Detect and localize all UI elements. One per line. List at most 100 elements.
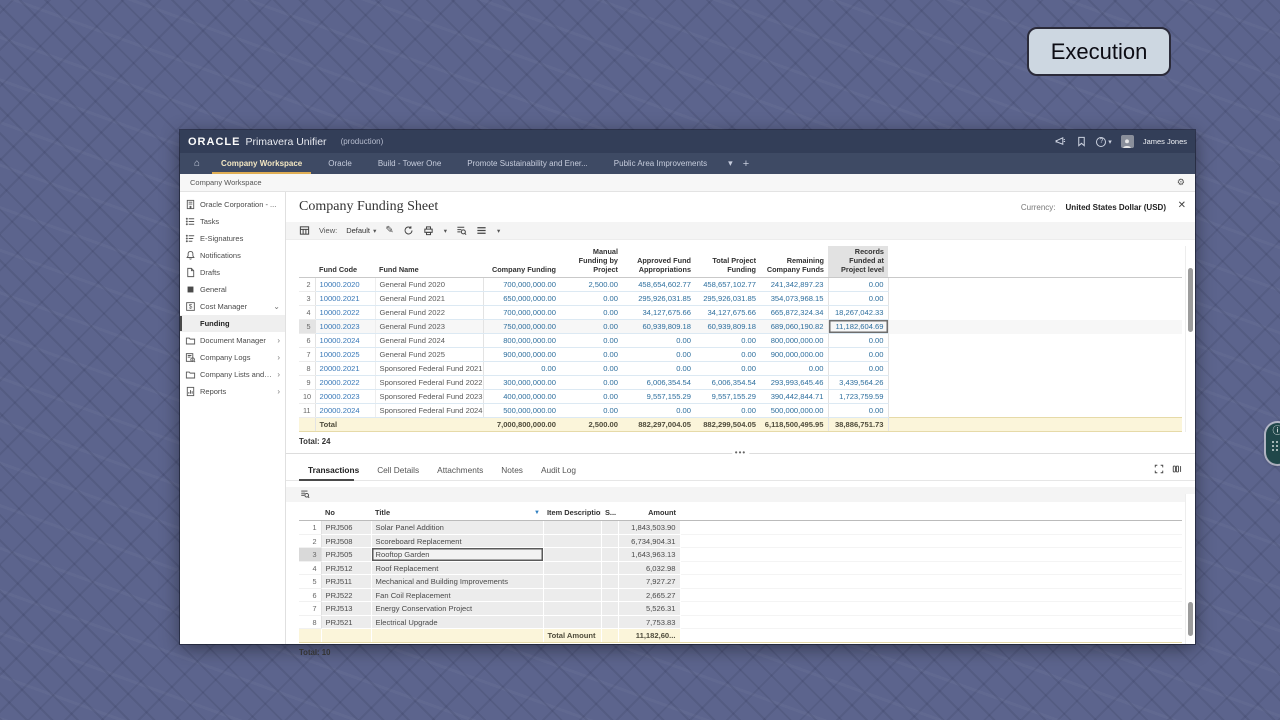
funding-cell-remaining[interactable]: 390,442,844.71 xyxy=(760,389,828,405)
nav-overflow-chevron-icon[interactable]: ▾ xyxy=(728,158,733,169)
row-number[interactable]: 10 xyxy=(299,389,316,405)
tab-attachments[interactable]: Attachments xyxy=(428,465,492,480)
fund-code-link[interactable]: 20000.2021 xyxy=(315,361,376,377)
transaction-cell-amount[interactable]: 6,734,904.31 xyxy=(618,534,681,549)
avatar[interactable] xyxy=(1120,135,1134,148)
nav-tab-oracle[interactable]: Oracle xyxy=(315,153,365,174)
funding-cell-records[interactable]: 0.00 xyxy=(827,291,889,307)
row-number[interactable]: 8 xyxy=(299,615,322,630)
funding-cell-total_project[interactable]: 60,939,809.18 xyxy=(695,319,760,335)
transaction-cell-s[interactable] xyxy=(601,534,619,549)
funding-scrollbar-thumb[interactable] xyxy=(1188,268,1193,332)
row-number[interactable]: 6 xyxy=(299,588,322,603)
column-header-item-description[interactable]: Item Description xyxy=(543,505,605,522)
fund-code-link[interactable]: 10000.2022 xyxy=(315,305,376,321)
transaction-cell-item[interactable] xyxy=(543,547,602,562)
funding-cell-records[interactable]: 0.00 xyxy=(827,403,889,419)
print-icon[interactable] xyxy=(423,225,434,236)
transaction-cell-no[interactable]: PRJ521 xyxy=(321,615,372,630)
funding-cell-manual[interactable]: 0.00 xyxy=(560,389,622,405)
sidebar-item-drafts[interactable]: Drafts xyxy=(180,264,285,281)
funding-cell-total_project[interactable]: 34,127,675.66 xyxy=(695,305,760,321)
column-header-s[interactable]: S... xyxy=(601,505,618,522)
fund-code-link[interactable]: 20000.2023 xyxy=(315,389,376,405)
funding-cell-manual[interactable]: 0.00 xyxy=(560,291,622,307)
sidebar-item-company-lists-and-pi[interactable]: Company Lists and Pi... › xyxy=(180,366,285,383)
assistant-widget[interactable]: ⓘ xyxy=(1266,423,1280,464)
fund-name-cell[interactable]: General Fund 2022 xyxy=(375,305,484,321)
search-table-icon[interactable] xyxy=(300,489,310,501)
fund-code-link[interactable]: 10000.2021 xyxy=(315,291,376,307)
fund-code-link[interactable]: 20000.2024 xyxy=(315,403,376,419)
funding-cell-company[interactable]: 0.00 xyxy=(483,361,560,377)
funding-cell-approved[interactable]: 0.00 xyxy=(622,361,695,377)
fund-name-cell[interactable]: Sponsored Federal Fund 2021 xyxy=(375,361,484,377)
funding-cell-records[interactable]: 1,723,759.59 xyxy=(827,389,889,405)
row-number[interactable]: 7 xyxy=(299,601,322,616)
sidebar-item-company-logs[interactable]: Company Logs › xyxy=(180,349,285,366)
row-number[interactable]: 2 xyxy=(299,534,322,549)
transaction-cell-s[interactable] xyxy=(601,520,619,535)
menu-icon[interactable] xyxy=(476,225,487,236)
column-header-company-funding[interactable]: Company Funding xyxy=(483,246,560,279)
fund-name-cell[interactable]: General Fund 2021 xyxy=(375,291,484,307)
transaction-cell-amount[interactable]: 7,927.27 xyxy=(618,574,681,589)
sidebar-item-tasks[interactable]: Tasks xyxy=(180,213,285,230)
funding-cell-company[interactable]: 300,000,000.00 xyxy=(483,375,560,391)
funding-cell-company[interactable]: 650,000,000.00 xyxy=(483,291,560,307)
funding-cell-total_project[interactable]: 458,657,102.77 xyxy=(695,277,760,293)
bookmark-icon[interactable] xyxy=(1075,136,1087,148)
funding-cell-manual[interactable]: 0.00 xyxy=(560,305,622,321)
transaction-cell-no[interactable]: PRJ511 xyxy=(321,574,372,589)
funding-cell-total_project[interactable]: 9,557,155.29 xyxy=(695,389,760,405)
transaction-cell-amount[interactable]: 7,753.83 xyxy=(618,615,681,630)
transaction-cell-no[interactable]: PRJ522 xyxy=(321,588,372,603)
fund-code-link[interactable]: 10000.2025 xyxy=(315,347,376,363)
funding-cell-approved[interactable]: 0.00 xyxy=(622,403,695,419)
transaction-cell-no[interactable]: PRJ505 xyxy=(321,547,372,562)
funding-cell-remaining[interactable]: 354,073,968.15 xyxy=(760,291,828,307)
panel-layout-icon[interactable] xyxy=(1172,464,1182,476)
transaction-cell-no[interactable]: PRJ506 xyxy=(321,520,372,535)
funding-cell-remaining[interactable]: 800,000,000.00 xyxy=(760,333,828,349)
transaction-cell-s[interactable] xyxy=(601,588,619,603)
column-header-fund-name[interactable]: Fund Name xyxy=(375,246,483,279)
transaction-cell-item[interactable] xyxy=(543,520,602,535)
transaction-cell-title[interactable]: Solar Panel Addition xyxy=(371,520,544,535)
transaction-cell-no[interactable]: PRJ508 xyxy=(321,534,372,549)
sidebar-item-reports[interactable]: Reports › xyxy=(180,383,285,400)
row-number[interactable]: 3 xyxy=(299,547,322,562)
breadcrumb[interactable]: Company Workspace xyxy=(190,178,262,187)
fund-name-cell[interactable]: General Fund 2025 xyxy=(375,347,484,363)
fund-code-link[interactable]: 20000.2022 xyxy=(315,375,376,391)
tab-audit-log[interactable]: Audit Log xyxy=(532,465,585,480)
row-number[interactable]: 1 xyxy=(299,520,322,535)
funding-cell-company[interactable]: 750,000,000.00 xyxy=(483,319,560,335)
transaction-cell-amount[interactable]: 6,032.98 xyxy=(618,561,681,576)
funding-cell-total_project[interactable]: 6,006,354.54 xyxy=(695,375,760,391)
funding-cell-company[interactable]: 900,000,000.00 xyxy=(483,347,560,363)
funding-cell-approved[interactable]: 34,127,675.66 xyxy=(622,305,695,321)
help-menu[interactable]: ? ▾ xyxy=(1096,136,1112,147)
fund-code-link[interactable]: 10000.2020 xyxy=(315,277,376,293)
funding-cell-total_project[interactable]: 295,926,031.85 xyxy=(695,291,760,307)
funding-cell-total_project[interactable]: 0.00 xyxy=(695,333,760,349)
fund-code-link[interactable]: 10000.2023 xyxy=(315,319,376,335)
transaction-cell-amount[interactable]: 2,665.27 xyxy=(618,588,681,603)
transaction-cell-amount[interactable]: 1,643,963.13 xyxy=(618,547,681,562)
funding-cell-records[interactable]: 0.00 xyxy=(827,277,889,293)
refresh-icon[interactable] xyxy=(403,225,414,236)
sidebar-item-document-manager[interactable]: Document Manager › xyxy=(180,332,285,349)
column-header-records-funded-at-project-level[interactable]: Records Funded at Project level xyxy=(828,246,888,279)
fund-name-cell[interactable]: General Fund 2020 xyxy=(375,277,484,293)
funding-cell-records[interactable]: 3,439,564.26 xyxy=(827,375,889,391)
funding-cell-manual[interactable]: 0.00 xyxy=(560,375,622,391)
close-icon[interactable]: ✕ xyxy=(1178,200,1186,211)
print-chevron-icon[interactable]: ▾ xyxy=(444,227,447,235)
transaction-cell-amount[interactable]: 5,526.31 xyxy=(618,601,681,616)
funding-cell-total_project[interactable]: 0.00 xyxy=(695,403,760,419)
funding-cell-manual[interactable]: 0.00 xyxy=(560,347,622,363)
transaction-cell-s[interactable] xyxy=(601,574,619,589)
search-table-icon[interactable] xyxy=(456,225,467,236)
funding-cell-records[interactable]: 18,267,042.33 xyxy=(827,305,889,321)
